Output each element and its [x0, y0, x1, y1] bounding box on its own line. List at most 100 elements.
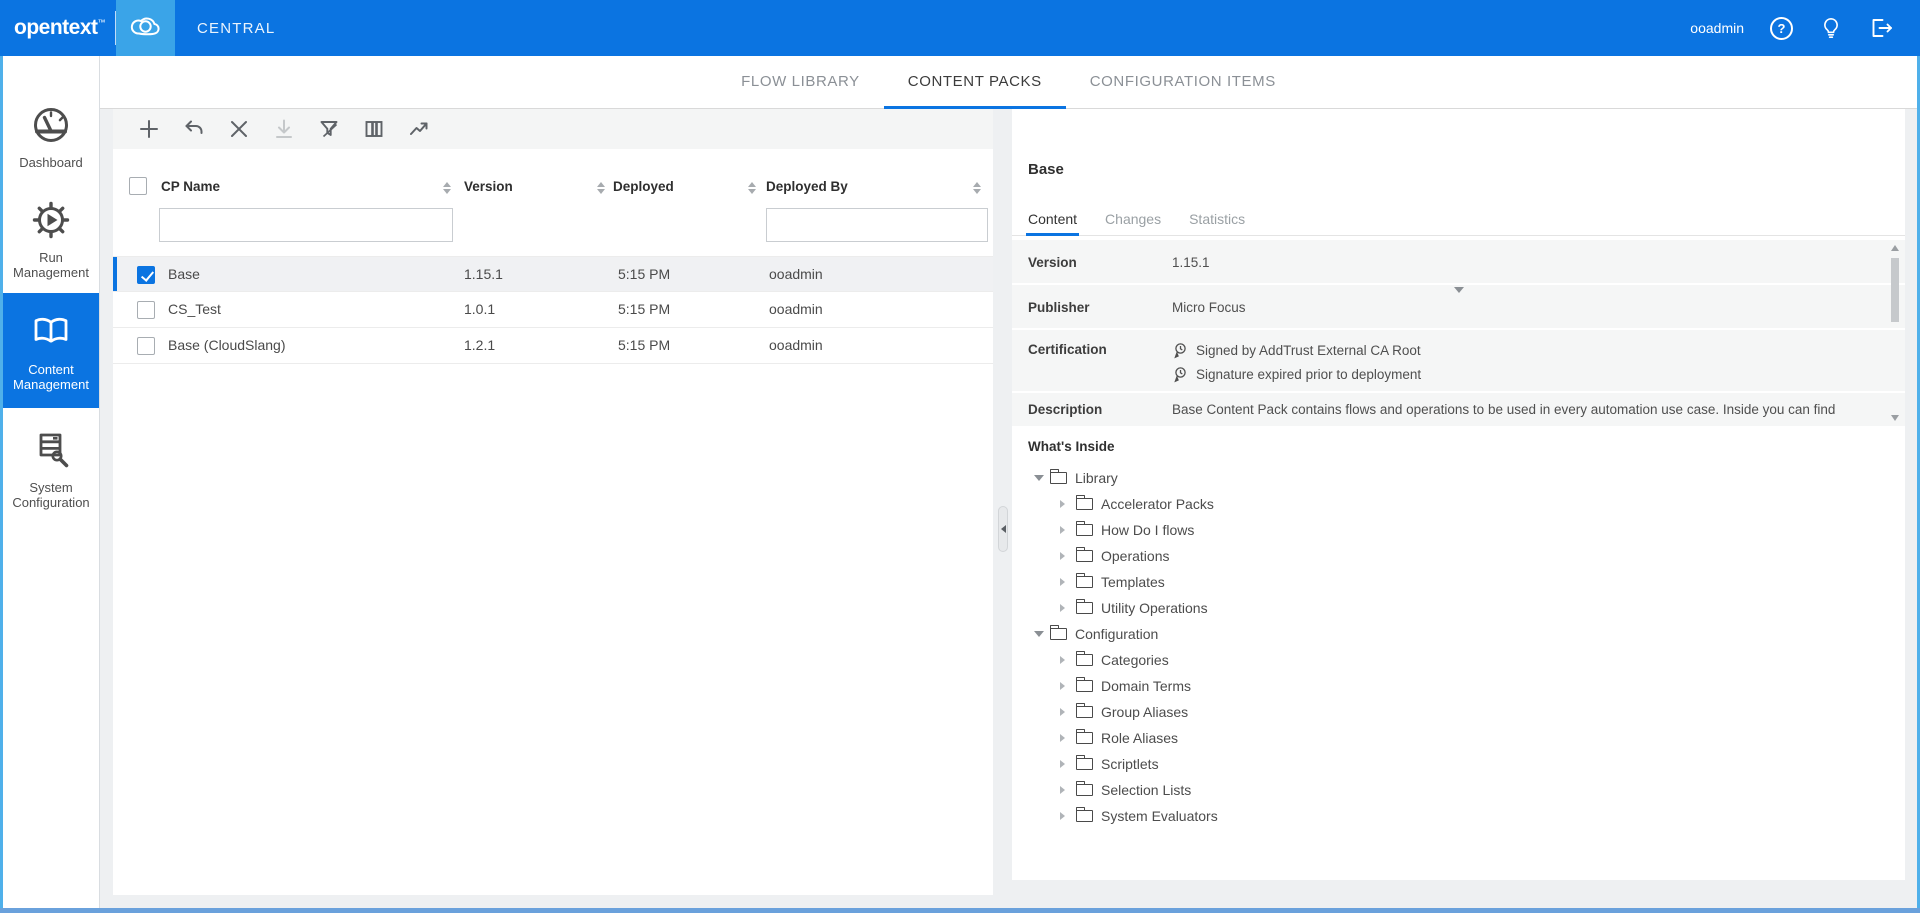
logout-icon[interactable]	[1869, 16, 1894, 40]
tree-item[interactable]: Accelerator Packs	[1012, 491, 1905, 517]
field-row-certification: Certification Signed by AddTrust Externa…	[1012, 330, 1905, 393]
lightbulb-icon[interactable]	[1819, 16, 1843, 40]
sidebar-item-content-management[interactable]: Content Management	[3, 293, 99, 408]
add-content-pack-button[interactable]	[137, 117, 161, 141]
tree-item[interactable]: Group Aliases	[1012, 699, 1905, 725]
tree-item-label: Accelerator Packs	[1101, 496, 1214, 512]
chevron-right-icon[interactable]	[1060, 786, 1070, 794]
scroll-down-arrow[interactable]	[1891, 415, 1899, 421]
tab-flow-library[interactable]: FLOW LIBRARY	[717, 56, 884, 108]
gauge-icon	[29, 104, 73, 148]
help-icon[interactable]: ?	[1770, 17, 1793, 40]
folder-icon	[1076, 576, 1093, 588]
tab-configuration-items[interactable]: CONFIGURATION ITEMS	[1066, 56, 1300, 108]
tree-item[interactable]: System Evaluators	[1012, 803, 1905, 829]
table-row[interactable]: Base (CloudSlang) 1.2.1 5:15 PM ooadmin	[113, 328, 993, 364]
tree-item[interactable]: Selection Lists	[1012, 777, 1905, 803]
tree-item[interactable]: How Do I flows	[1012, 517, 1905, 543]
row-checkbox[interactable]	[137, 266, 155, 284]
chevron-right-icon[interactable]	[1060, 734, 1070, 742]
deployed-by-filter-input[interactable]	[766, 208, 988, 242]
chevron-right-icon[interactable]	[1060, 760, 1070, 768]
main-tabstrip: FLOW LIBRARY CONTENT PACKS CONFIGURATION…	[100, 56, 1917, 109]
scrollbar-thumb[interactable]	[1891, 258, 1899, 322]
gear-play-icon	[28, 197, 74, 243]
whats-inside-tree: Library Accelerator Packs How Do I flows…	[1012, 465, 1905, 829]
chevron-right-icon[interactable]	[1060, 812, 1070, 820]
signature-seal-icon	[1172, 342, 1188, 359]
details-scrollbar	[1889, 242, 1901, 424]
row-checkbox[interactable]	[137, 337, 155, 355]
cp-name-filter-input[interactable]	[159, 208, 453, 242]
tree-item-label: Scriptlets	[1101, 756, 1159, 772]
column-header-cp-name[interactable]: CP Name	[161, 179, 220, 194]
details-tab-changes[interactable]: Changes	[1105, 204, 1161, 235]
rollback-button[interactable]	[182, 117, 206, 141]
sidebar-item-system-configuration[interactable]: System Configuration	[3, 418, 99, 518]
brand: opentext™	[0, 0, 175, 56]
chevron-down-icon[interactable]	[1034, 475, 1044, 481]
column-header-deployed[interactable]: Deployed	[613, 179, 674, 194]
chevron-right-icon[interactable]	[1060, 656, 1070, 664]
chevron-right-icon[interactable]	[1060, 526, 1070, 534]
sidebar-item-dashboard[interactable]: Dashboard	[3, 94, 99, 180]
table-header: CP Name Version Deployed Deployed By	[113, 149, 993, 256]
tree-item-label: Domain Terms	[1101, 678, 1191, 694]
cell-cp-name: CS_Test	[168, 301, 221, 317]
field-value-version: 1.15.1	[1172, 255, 1210, 270]
whats-inside-title: What's Inside	[1028, 439, 1114, 454]
tree-item[interactable]: Categories	[1012, 647, 1905, 673]
clear-filter-button[interactable]	[317, 117, 341, 141]
chevron-right-icon[interactable]	[1060, 708, 1070, 716]
folder-icon	[1076, 706, 1093, 718]
cell-version: 1.2.1	[464, 337, 495, 353]
tree-item-label: Operations	[1101, 548, 1169, 564]
chevron-right-icon[interactable]	[1060, 552, 1070, 560]
column-header-version[interactable]: Version	[464, 179, 513, 194]
chevron-down-icon[interactable]	[1034, 631, 1044, 637]
frame-border-bottom	[0, 908, 1920, 913]
tree-item[interactable]: Role Aliases	[1012, 725, 1905, 751]
tree-item[interactable]: Templates	[1012, 569, 1905, 595]
tab-content-packs[interactable]: CONTENT PACKS	[884, 56, 1066, 108]
tree-item[interactable]: Scriptlets	[1012, 751, 1905, 777]
tree-item[interactable]: Utility Operations	[1012, 595, 1905, 621]
username-menu[interactable]: ooadmin	[1690, 20, 1744, 36]
field-label: Publisher	[1028, 300, 1172, 315]
chevron-right-icon[interactable]	[1060, 682, 1070, 690]
certification-line: Signature expired prior to deployment	[1172, 366, 1421, 383]
table-row[interactable]: CS_Test 1.0.1 5:15 PM ooadmin	[113, 292, 993, 328]
row-checkbox[interactable]	[137, 301, 155, 319]
cell-version: 1.15.1	[464, 266, 503, 282]
cell-deployed: 5:15 PM	[618, 266, 670, 282]
app-title: CENTRAL	[197, 20, 275, 37]
statistics-button[interactable]	[407, 117, 431, 141]
tree-item-label: Library	[1075, 470, 1118, 486]
column-header-deployed-by[interactable]: Deployed By	[766, 179, 848, 194]
chevron-right-icon[interactable]	[1060, 500, 1070, 508]
details-tab-statistics[interactable]: Statistics	[1189, 204, 1245, 235]
deploy-download-button[interactable]	[272, 117, 296, 141]
panel-splitter-handle[interactable]	[998, 506, 1008, 552]
tree-item[interactable]: Configuration	[1012, 621, 1905, 647]
chevron-right-icon[interactable]	[1060, 604, 1070, 612]
select-all-checkbox[interactable]	[129, 177, 147, 195]
server-wrench-icon	[28, 427, 74, 473]
sidebar-item-label: Content Management	[5, 362, 97, 392]
chevron-right-icon[interactable]	[1060, 578, 1070, 586]
tree-item[interactable]: Operations	[1012, 543, 1905, 569]
cell-cp-name: Base	[168, 266, 200, 282]
table-body: Base 1.15.1 5:15 PM ooadmin CS_Test 1.0.…	[113, 256, 993, 364]
sidebar-item-run-management[interactable]: Run Management	[3, 188, 99, 288]
folder-icon	[1050, 472, 1067, 484]
delete-button[interactable]	[227, 117, 251, 141]
cloud-logo-icon[interactable]	[116, 0, 175, 56]
description-expand-icon[interactable]	[1454, 287, 1464, 293]
scroll-up-arrow[interactable]	[1891, 245, 1899, 251]
tree-item[interactable]: Library	[1012, 465, 1905, 491]
columns-button[interactable]	[362, 117, 386, 141]
details-tab-content[interactable]: Content	[1028, 204, 1077, 235]
tree-item-label: Selection Lists	[1101, 782, 1191, 798]
tree-item[interactable]: Domain Terms	[1012, 673, 1905, 699]
table-row[interactable]: Base 1.15.1 5:15 PM ooadmin	[113, 256, 993, 292]
